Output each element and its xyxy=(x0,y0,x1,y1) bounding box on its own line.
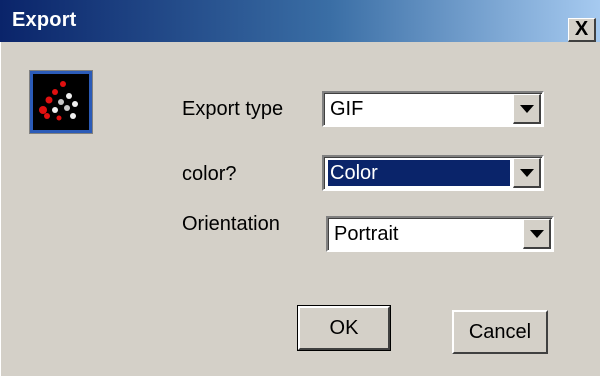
export-type-dropdown-button[interactable] xyxy=(513,94,541,124)
color-select[interactable]: Color xyxy=(322,155,544,191)
ok-button[interactable]: OK xyxy=(297,305,391,351)
export-type-label: Export type xyxy=(182,98,284,120)
export-scatter-icon xyxy=(29,70,93,134)
chevron-down-icon xyxy=(519,168,534,177)
scatter-graphic xyxy=(39,81,78,121)
orientation-dropdown-button[interactable] xyxy=(523,219,551,249)
orientation-select[interactable]: Portrait xyxy=(326,216,554,252)
window-title: Export xyxy=(12,9,77,31)
close-icon: X xyxy=(574,17,589,40)
close-button[interactable]: X xyxy=(568,18,596,42)
orientation-label: Orientation xyxy=(182,213,280,235)
title-bar[interactable]: Export X xyxy=(0,0,600,42)
color-value: Color xyxy=(328,160,510,186)
chevron-down-icon xyxy=(519,104,534,113)
orientation-value: Portrait xyxy=(334,223,399,245)
export-type-value: GIF xyxy=(330,98,364,120)
color-label: color? xyxy=(182,163,237,185)
export-type-select[interactable]: GIF xyxy=(322,91,544,127)
color-dropdown-button[interactable] xyxy=(513,158,541,188)
cancel-button[interactable]: Cancel xyxy=(452,310,548,354)
chevron-down-icon xyxy=(529,229,544,238)
